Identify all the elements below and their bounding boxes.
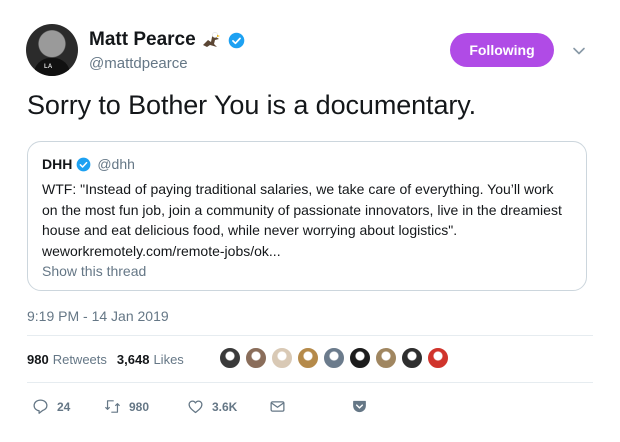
- envelope-icon[interactable]: [269, 398, 286, 415]
- author-handle[interactable]: @mattdpearce: [89, 55, 188, 72]
- reply-action[interactable]: 24: [32, 398, 104, 415]
- liker-avatar[interactable]: [245, 347, 267, 369]
- avatar-shirt-text: LA: [44, 64, 53, 70]
- following-button[interactable]: Following: [450, 33, 554, 67]
- liker-avatar[interactable]: [271, 347, 293, 369]
- quoted-line: house and eat delicious food, while neve…: [42, 222, 458, 239]
- retweets-label[interactable]: Retweets: [53, 352, 107, 367]
- bookmark-action[interactable]: [351, 398, 368, 415]
- chevron-down-icon[interactable]: [572, 44, 586, 58]
- retweet-icon[interactable]: [104, 398, 121, 415]
- author-name-row[interactable]: Matt Pearce: [89, 29, 245, 51]
- liker-avatar[interactable]: [427, 347, 449, 369]
- eagle-icon: [202, 32, 220, 47]
- pocket-icon[interactable]: [351, 398, 368, 415]
- quoted-link: weworkremotely.com/remote-jobs/ok...: [42, 242, 281, 259]
- liker-avatar[interactable]: [323, 347, 345, 369]
- like-count: 3.6K: [212, 399, 238, 414]
- divider: [27, 382, 593, 383]
- author-name[interactable]: Matt Pearce: [89, 29, 196, 51]
- reply-count: 24: [57, 399, 71, 414]
- liker-avatar[interactable]: [375, 347, 397, 369]
- liker-avatar[interactable]: [219, 347, 241, 369]
- reply-icon[interactable]: [32, 398, 49, 415]
- show-thread-link[interactable]: Show this thread: [42, 263, 146, 279]
- quoted-tweet-text: WTF: "Instead of paying traditional sala…: [42, 179, 577, 261]
- quoted-tweet-header: DHH @dhh: [42, 156, 135, 172]
- liker-avatars[interactable]: [219, 347, 449, 369]
- tweet-text: Sorry to Bother You is a documentary.: [27, 90, 477, 120]
- tweet-stats: 980 Retweets 3,648 Likes: [27, 352, 194, 367]
- retweet-count: 980: [129, 399, 150, 414]
- quoted-author-handle: @dhh: [97, 156, 135, 172]
- verified-badge-icon: [76, 157, 91, 171]
- like-action[interactable]: 3.6K: [187, 398, 269, 415]
- divider: [27, 335, 593, 336]
- liker-avatar[interactable]: [349, 347, 371, 369]
- liker-avatar[interactable]: [401, 347, 423, 369]
- direct-message-action[interactable]: [269, 398, 351, 415]
- quoted-line: WTF: "Instead of paying traditional sala…: [42, 181, 554, 197]
- quoted-tweet-card[interactable]: DHH @dhh WTF: "Instead of paying traditi…: [27, 141, 587, 291]
- retweet-action[interactable]: 980: [104, 398, 187, 415]
- liker-avatar[interactable]: [297, 347, 319, 369]
- likes-count[interactable]: 3,648: [117, 352, 150, 367]
- verified-badge-icon: [228, 32, 244, 48]
- avatar[interactable]: LA: [26, 24, 78, 76]
- tweet-timestamp[interactable]: 9:19 PM - 14 Jan 2019: [27, 308, 169, 324]
- likes-label[interactable]: Likes: [153, 352, 183, 367]
- quoted-line: on the most fun job, join a community of…: [42, 201, 562, 218]
- tweet-actions: 24 980 3.6K: [32, 398, 368, 415]
- quoted-author-name: DHH: [42, 156, 73, 172]
- heart-icon[interactable]: [187, 398, 204, 415]
- retweets-count[interactable]: 980: [27, 352, 49, 367]
